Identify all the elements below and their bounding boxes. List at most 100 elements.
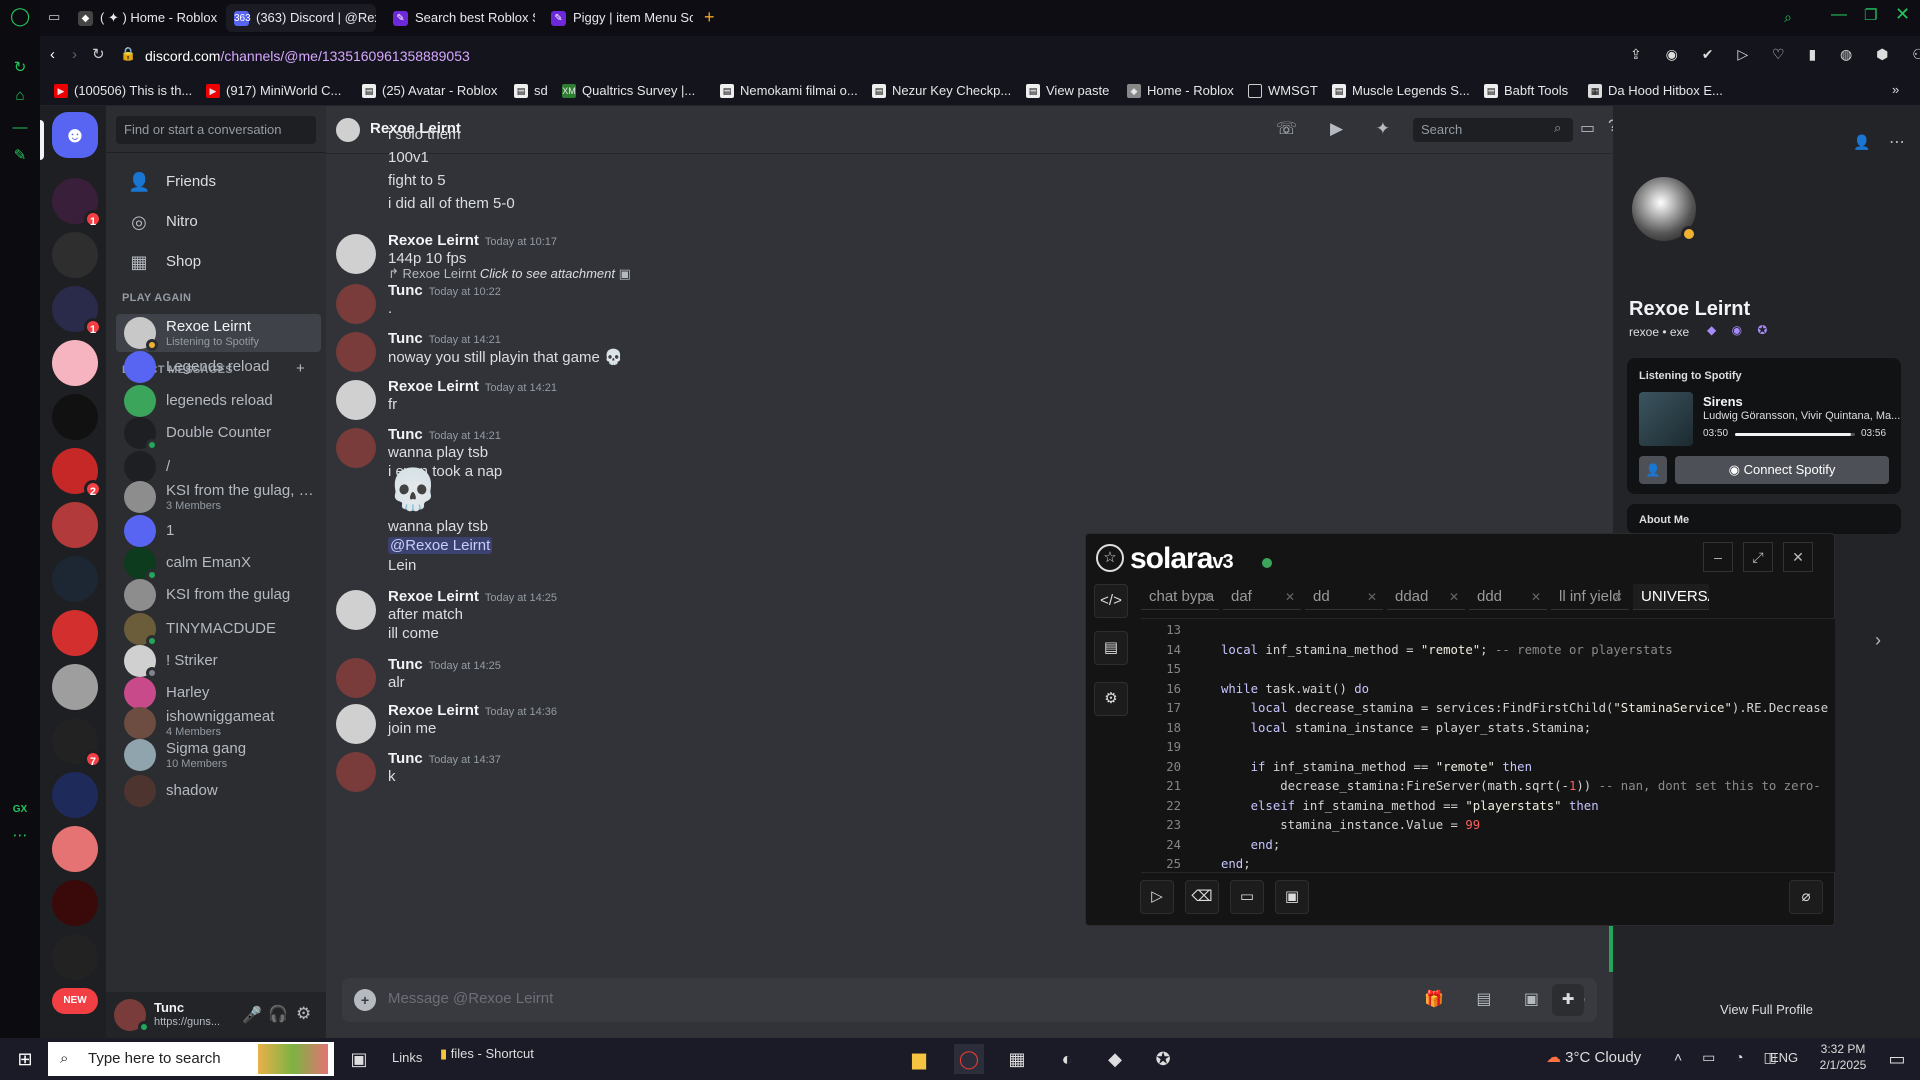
browser-tab-search[interactable]: ✎ Search best Roblox Script <box>385 4 535 32</box>
pin-icon[interactable]: ✎ <box>10 146 30 166</box>
server-icon[interactable] <box>52 826 98 872</box>
save-button[interactable]: ▣ <box>1275 880 1309 914</box>
browser-tab-discord[interactable]: 363 (363) Discord | @Rexoe Le <box>226 4 376 32</box>
add-friend-icon[interactable]: 👤 <box>1853 134 1870 151</box>
store-icon[interactable]: ▦ <box>1002 1044 1032 1074</box>
settings-icon[interactable]: ⚙ <box>1094 682 1128 716</box>
server-icon[interactable] <box>52 502 98 548</box>
more-icon[interactable]: ⋯ <box>1889 132 1905 152</box>
server-icon[interactable] <box>52 610 98 656</box>
dm-item[interactable]: Double Counter <box>116 414 321 452</box>
listen-along-button[interactable]: 👤 <box>1639 456 1667 484</box>
nav-shop[interactable]: ▦ Shop <box>116 242 316 282</box>
connect-spotify-button[interactable]: ◉ Connect Spotify <box>1675 456 1889 484</box>
expand-button[interactable]: ⤢ <box>1743 542 1773 572</box>
server-icon[interactable]: 1 <box>52 178 102 228</box>
bookmark[interactable]: ▶ (917) MiniWorld C... <box>206 82 341 100</box>
script-tab[interactable]: ddad ✕ <box>1387 584 1465 610</box>
server-icon[interactable] <box>52 232 98 278</box>
message-input[interactable]: Message @Rexoe Leirnt <box>388 990 553 1007</box>
file-explorer-icon[interactable]: ▆ <box>904 1044 934 1074</box>
apps-button[interactable]: ✚ <box>1552 984 1584 1016</box>
reply-reference[interactable]: ↱ Rexoe Leirnt Click to see attachment ▣ <box>388 266 631 282</box>
close-tab-icon[interactable]: ✕ <box>1531 584 1541 609</box>
bookmark[interactable]: XM Qualtrics Survey |... <box>562 82 695 100</box>
code-icon[interactable]: </> <box>1094 584 1128 618</box>
avatar[interactable] <box>336 380 376 420</box>
server-icon[interactable] <box>52 772 98 818</box>
close-tab-icon[interactable]: ✕ <box>1449 584 1459 609</box>
bookmark[interactable]: ◆ Home - Roblox <box>1127 82 1234 100</box>
author-name[interactable]: Tunc Today at 14:25 <box>388 656 501 673</box>
script-tab[interactable]: ll inf yield ✕ <box>1551 584 1629 610</box>
clear-button[interactable]: ⌫ <box>1185 880 1219 914</box>
mute-icon[interactable]: 🎤 <box>242 1005 262 1025</box>
back-icon[interactable]: ‹ <box>50 46 55 63</box>
windows-start-icon[interactable]: ⊞ <box>10 1044 40 1074</box>
avatar[interactable] <box>336 234 376 274</box>
author-name[interactable]: Tunc Today at 14:37 <box>388 750 501 767</box>
refresh-icon[interactable]: ↻ <box>10 58 30 78</box>
author-name[interactable]: Rexoe Leirnt Today at 14:36 <box>388 702 557 719</box>
avatar[interactable] <box>336 428 376 468</box>
author-name[interactable]: Tunc Today at 14:21 <box>388 330 501 347</box>
server-icon[interactable] <box>52 340 98 386</box>
script-tab[interactable]: UNIVERSA <box>1633 584 1709 610</box>
dm-search-input[interactable]: Find or start a conversation <box>116 116 316 144</box>
code-editor[interactable]: 13 14 local inf_stamina_method = "remote";… <box>1141 618 1835 872</box>
author-name[interactable]: Rexoe Leirnt Today at 14:25 <box>388 588 557 605</box>
avatar[interactable] <box>336 118 360 142</box>
links-toolbar[interactable]: Links <box>392 1050 422 1065</box>
bookmark[interactable]: ▦ Da Hood Hitbox E... <box>1588 82 1723 100</box>
avatar[interactable] <box>336 658 376 698</box>
message-composer[interactable]: + Message @Rexoe Leirnt 🎁 ▤ ▣ ☺ ✚ <box>342 978 1597 1022</box>
server-icon[interactable]: 7 <box>52 718 102 768</box>
url-field[interactable]: discord.com/channels/@me/133516096135888… <box>145 44 1545 68</box>
files-shortcut[interactable]: ▮ files - Shortcut <box>440 1046 534 1062</box>
new-badge-server[interactable]: NEW <box>52 988 98 1014</box>
control-icon[interactable]: ⌂ <box>10 86 30 106</box>
album-art[interactable] <box>1639 392 1693 446</box>
author-name[interactable]: Rexoe Leirnt Today at 14:21 <box>388 378 557 395</box>
bookmark[interactable]: ▤ Muscle Legends S... <box>1332 82 1470 100</box>
clock[interactable]: 3:32 PM 2/1/2025 <box>1812 1042 1874 1072</box>
server-icon[interactable] <box>52 934 98 980</box>
dm-item[interactable]: Legends reload <box>116 348 321 386</box>
open-file-button[interactable]: ▭ <box>1230 880 1264 914</box>
gear-icon[interactable]: ⚙ <box>296 1004 311 1024</box>
bookmark[interactable]: ▤ (25) Avatar - Roblox <box>362 82 497 100</box>
opera-logo-icon[interactable]: ◯ <box>10 6 30 26</box>
user-mention[interactable]: @Rexoe Leirnt <box>388 537 493 554</box>
tab-menu-icon[interactable]: ▭ <box>48 9 66 27</box>
attach-button[interactable]: + <box>354 989 376 1011</box>
close-button[interactable]: ✕ <box>1783 542 1813 572</box>
attach-button[interactable]: ⌀ <box>1789 880 1823 914</box>
dm-item[interactable]: Sigma gang 10 Members <box>116 736 321 774</box>
close-button[interactable]: ✕ <box>1895 4 1910 25</box>
close-tab-icon[interactable]: ✕ <box>1203 584 1213 609</box>
bookmarks-more-icon[interactable]: » <box>1892 82 1899 97</box>
script-tab[interactable]: dd ✕ <box>1305 584 1383 610</box>
search-icon[interactable]: ⌕ <box>1784 9 1792 26</box>
dm-item[interactable]: Rexoe Leirnt Listening to Spotify <box>116 314 321 352</box>
author-name[interactable]: Tunc Today at 14:21 <box>388 426 501 443</box>
avatar[interactable] <box>336 752 376 792</box>
bookmark[interactable]: WMSGT <box>1248 82 1318 100</box>
execute-button[interactable]: ▷ <box>1140 880 1174 914</box>
headphones-icon[interactable]: 🎧 <box>268 1004 288 1024</box>
forward-icon[interactable]: › <box>72 46 77 63</box>
reload-icon[interactable]: ↻ <box>92 45 105 63</box>
toolbar-icons[interactable]: ⇪ ◉ ✔ ▷ ♡ ▮ ◍ ⬢ ⚇ ⬇ ☰ <box>1630 46 1920 63</box>
bookmark[interactable]: ▤ View paste <box>1026 82 1109 100</box>
avatar[interactable] <box>336 704 376 744</box>
server-icon[interactable]: 1 <box>52 286 102 336</box>
roblox-icon[interactable]: ◆ <box>1100 1044 1130 1074</box>
task-view-icon[interactable]: ▣ <box>344 1044 374 1074</box>
bookmark[interactable]: ▶ (100506) This is th... <box>54 82 192 100</box>
inbox-icon[interactable]: ▭ <box>1580 118 1595 138</box>
server-icon[interactable] <box>52 394 98 440</box>
script-tab[interactable]: ddd ✕ <box>1469 584 1547 610</box>
dm-item[interactable]: shadow <box>116 772 321 810</box>
browser-tab-piggy[interactable]: ✎ Piggy | item Menu Script <box>543 4 693 32</box>
app-icon[interactable]: ◐ <box>1052 1044 1082 1074</box>
